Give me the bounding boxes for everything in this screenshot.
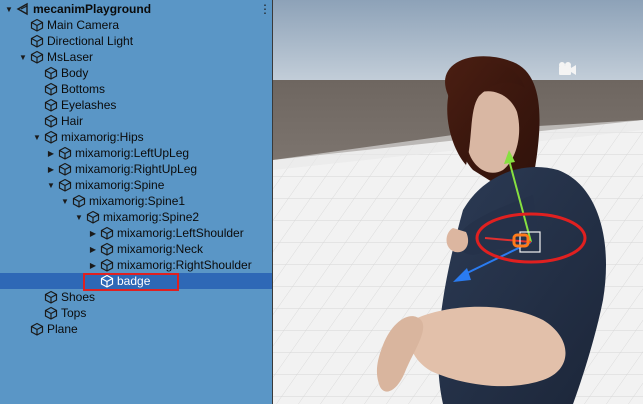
chevron-right-icon[interactable]: ▶ <box>88 244 98 254</box>
cube-icon <box>58 146 72 160</box>
hierarchy-item[interactable]: ▶Tops <box>0 305 273 321</box>
hierarchy-item-label: Plane <box>47 322 78 336</box>
hierarchy-item[interactable]: ▶Main Camera <box>0 17 273 33</box>
cube-icon <box>58 178 72 192</box>
hierarchy-item-label: mixamorig:Spine2 <box>103 210 200 224</box>
chevron-down-icon[interactable]: ▼ <box>74 212 84 222</box>
cube-icon <box>30 322 44 336</box>
hierarchy-item[interactable]: ▶Plane <box>0 321 273 337</box>
hierarchy-item-label: Bottoms <box>61 82 106 96</box>
hierarchy-item-label: Main Camera <box>47 18 120 32</box>
hierarchy-item[interactable]: ▶Bottoms <box>0 81 273 97</box>
unity-scene-icon <box>16 2 28 16</box>
hierarchy-item-label: Hair <box>61 114 84 128</box>
cube-icon <box>100 242 114 256</box>
hierarchy-item-label: Body <box>61 66 89 80</box>
chevron-right-icon[interactable]: ▶ <box>46 148 56 158</box>
hierarchy-item[interactable]: ▼ mixamorig:Spine2 <box>0 209 273 225</box>
hierarchy-item-label: mixamorig:LeftShoulder <box>117 226 244 240</box>
cube-icon <box>100 226 114 240</box>
annotation-highlight-box <box>83 273 179 291</box>
hierarchy-item-label: MsLaser <box>47 50 94 64</box>
cube-icon <box>44 306 58 320</box>
chevron-down-icon[interactable]: ▼ <box>4 4 14 14</box>
hierarchy-item[interactable]: ▶Body <box>0 65 273 81</box>
hierarchy-item[interactable]: ▼ mixamorig:Spine1 <box>0 193 273 209</box>
hierarchy-item[interactable]: ▼ MsLaser <box>0 49 273 65</box>
hierarchy-item[interactable]: ▶Eyelashes <box>0 97 273 113</box>
scene-header-row[interactable]: ▼ mecanimPlayground ⋮ <box>0 1 273 17</box>
hierarchy-panel: ▼ mecanimPlayground ⋮ ▶Main Camera▶Direc… <box>0 0 273 404</box>
kebab-menu-icon[interactable]: ⋮ <box>259 1 271 17</box>
hierarchy-item-label: mixamorig:RightShoulder <box>117 258 252 272</box>
hierarchy-item[interactable]: ▶ mixamorig:LeftShoulder <box>0 225 273 241</box>
cube-icon <box>44 130 58 144</box>
cube-icon <box>100 258 114 272</box>
hierarchy-item-label: mixamorig:Spine <box>75 178 165 192</box>
hierarchy-item-label: Directional Light <box>47 34 134 48</box>
hierarchy-item-label: Eyelashes <box>61 98 117 112</box>
chevron-down-icon[interactable]: ▼ <box>32 132 42 142</box>
hierarchy-item[interactable]: ▼ mixamorig:Hips <box>0 129 273 145</box>
chevron-right-icon[interactable]: ▶ <box>46 164 56 174</box>
chevron-down-icon[interactable]: ▼ <box>46 180 56 190</box>
hierarchy-item-label: mixamorig:Spine1 <box>89 194 186 208</box>
cube-icon <box>44 114 58 128</box>
hierarchy-item[interactable]: ▶Hair <box>0 113 273 129</box>
hierarchy-item[interactable]: ▶ mixamorig:LeftUpLeg <box>0 145 273 161</box>
chevron-right-icon[interactable]: ▶ <box>88 260 98 270</box>
hierarchy-item-label: mixamorig:RightUpLeg <box>75 162 198 176</box>
cube-icon <box>44 290 58 304</box>
chevron-right-icon[interactable]: ▶ <box>88 228 98 238</box>
hierarchy-item-label: mixamorig:LeftUpLeg <box>75 146 190 160</box>
cube-icon <box>44 98 58 112</box>
chevron-down-icon[interactable]: ▼ <box>18 52 28 62</box>
cube-icon <box>86 210 100 224</box>
chevron-down-icon[interactable]: ▼ <box>60 196 70 206</box>
hierarchy-item[interactable]: ▶Directional Light <box>0 33 273 49</box>
hierarchy-item-label: mixamorig:Neck <box>117 242 204 256</box>
hierarchy-item-label: Tops <box>61 306 87 320</box>
hierarchy-item[interactable]: ▼ mixamorig:Spine <box>0 177 273 193</box>
cube-icon <box>72 194 86 208</box>
cube-icon <box>30 50 44 64</box>
hierarchy-item[interactable]: ▶ mixamorig:Neck <box>0 241 273 257</box>
cube-icon <box>30 34 44 48</box>
cube-icon <box>44 66 58 80</box>
hierarchy-item[interactable]: ▶Shoes <box>0 289 273 305</box>
hierarchy-item[interactable]: ▶ mixamorig:RightUpLeg <box>0 161 273 177</box>
hierarchy-item[interactable]: ▶ mixamorig:RightShoulder <box>0 257 273 273</box>
scene-name: mecanimPlayground <box>33 2 152 16</box>
cube-icon <box>58 162 72 176</box>
cube-icon <box>44 82 58 96</box>
scene-view[interactable] <box>273 0 643 404</box>
cube-icon <box>30 18 44 32</box>
hierarchy-item-label: mixamorig:Hips <box>61 130 144 144</box>
hierarchy-item-label: Shoes <box>61 290 96 304</box>
